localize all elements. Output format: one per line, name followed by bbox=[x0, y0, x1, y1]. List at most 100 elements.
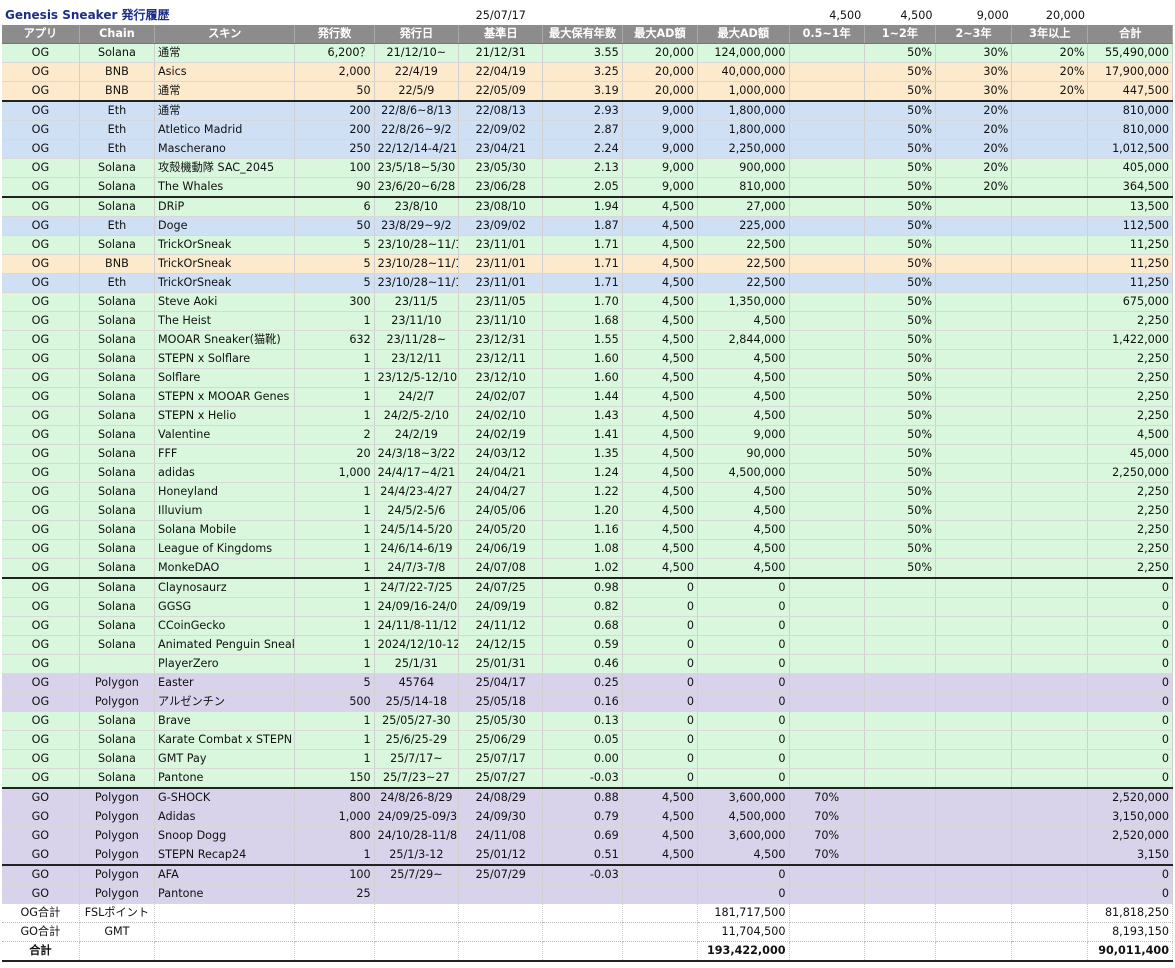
table-cell[interactable]: 2,520,000 bbox=[1087, 788, 1173, 808]
table-cell[interactable]: 23/11/10 bbox=[458, 311, 544, 331]
table-cell[interactable] bbox=[864, 673, 936, 693]
table-cell[interactable]: 2,250 bbox=[1087, 311, 1173, 331]
table-cell[interactable]: 1.60 bbox=[542, 349, 623, 369]
table-cell[interactable] bbox=[374, 903, 460, 923]
table-cell[interactable]: Solana bbox=[79, 749, 156, 769]
table-cell[interactable]: 23/04/21 bbox=[458, 139, 544, 159]
table-cell[interactable]: 4,500 bbox=[622, 807, 699, 827]
table-cell[interactable]: 4,500 bbox=[1087, 425, 1173, 445]
table-cell[interactable] bbox=[1011, 635, 1089, 655]
table-cell[interactable]: 23/5/18~5/30 bbox=[374, 158, 460, 178]
table-cell[interactable]: OG bbox=[2, 749, 80, 769]
table-cell[interactable]: 0 bbox=[697, 884, 790, 904]
table-cell[interactable]: Easter bbox=[154, 673, 296, 693]
table-cell[interactable] bbox=[789, 520, 865, 540]
table-cell[interactable]: 通常 bbox=[154, 101, 296, 121]
table-cell[interactable] bbox=[1011, 406, 1089, 426]
table-cell[interactable]: OG bbox=[2, 711, 80, 731]
table-cell[interactable]: Solana bbox=[79, 177, 156, 198]
table-cell[interactable]: 0 bbox=[1087, 884, 1173, 904]
table-cell[interactable] bbox=[1011, 788, 1089, 808]
table-cell[interactable]: Honeyland bbox=[154, 482, 296, 502]
table-cell[interactable]: 124,000,000 bbox=[697, 43, 790, 63]
table-cell[interactable]: 3.55 bbox=[542, 43, 623, 63]
table-cell[interactable]: 4,500 bbox=[622, 520, 699, 540]
table-cell[interactable]: GO bbox=[2, 845, 80, 866]
table-cell[interactable]: OG bbox=[2, 673, 80, 693]
table-cell[interactable]: 810,000 bbox=[1087, 120, 1173, 140]
table-cell[interactable] bbox=[789, 539, 865, 559]
table-cell[interactable] bbox=[789, 120, 865, 140]
table-cell[interactable] bbox=[935, 501, 1013, 521]
table-cell[interactable]: BNB bbox=[79, 254, 156, 274]
table-cell[interactable]: CCoinGecko bbox=[154, 616, 296, 636]
table-cell[interactable] bbox=[935, 673, 1013, 693]
table-cell[interactable] bbox=[789, 235, 865, 255]
table-cell[interactable]: OG bbox=[2, 654, 80, 674]
table-cell[interactable] bbox=[935, 558, 1013, 579]
table-cell[interactable]: 4,500 bbox=[622, 254, 699, 274]
table-cell[interactable]: 50% bbox=[864, 520, 936, 540]
table-cell[interactable]: 3,150 bbox=[1087, 845, 1173, 866]
table-cell[interactable]: 4,500 bbox=[697, 368, 790, 388]
table-cell[interactable]: 0 bbox=[697, 597, 790, 617]
table-cell[interactable]: Polygon bbox=[79, 884, 156, 904]
table-cell[interactable]: Solana bbox=[79, 711, 156, 731]
table-cell[interactable]: 23/11/01 bbox=[458, 273, 544, 293]
table-cell[interactable]: 50% bbox=[864, 43, 936, 63]
table-cell[interactable]: 2,520,000 bbox=[1087, 826, 1173, 846]
table-cell[interactable]: 0 bbox=[622, 654, 699, 674]
table-cell[interactable] bbox=[935, 444, 1013, 464]
table-cell[interactable]: 300 bbox=[294, 292, 375, 312]
table-cell[interactable]: 22/4/19 bbox=[374, 62, 460, 82]
table-cell[interactable]: 447,500 bbox=[1087, 81, 1173, 102]
table-cell[interactable]: 25/05/27-30 bbox=[374, 711, 460, 731]
table-cell[interactable]: 24/10/28-11/8 bbox=[374, 826, 460, 846]
table-cell[interactable]: 0 bbox=[697, 654, 790, 674]
table-cell[interactable]: Animated Penguin Sneak bbox=[154, 635, 296, 655]
table-cell[interactable]: Eth bbox=[79, 139, 156, 159]
table-cell[interactable]: 5 bbox=[294, 273, 375, 293]
table-cell[interactable]: 1 bbox=[294, 558, 375, 579]
table-cell[interactable]: 4,500 bbox=[622, 463, 699, 483]
table-cell[interactable]: STEPN x MOOAR Genes bbox=[154, 387, 296, 407]
table-cell[interactable]: 50% bbox=[864, 368, 936, 388]
table-cell[interactable]: 9,000 bbox=[697, 425, 790, 445]
table-cell[interactable]: 1 bbox=[294, 368, 375, 388]
table-cell[interactable]: Eth bbox=[79, 216, 156, 236]
table-cell[interactable] bbox=[935, 368, 1013, 388]
table-cell[interactable]: 2,250 bbox=[1087, 368, 1173, 388]
table-cell[interactable] bbox=[789, 884, 865, 904]
table-cell[interactable]: Atletico Madrid bbox=[154, 120, 296, 140]
table-cell[interactable]: Solana bbox=[79, 558, 156, 579]
table-cell[interactable]: 9,000 bbox=[622, 101, 699, 121]
table-cell[interactable]: 4,500 bbox=[622, 425, 699, 445]
table-cell[interactable] bbox=[1011, 692, 1089, 712]
table-cell[interactable] bbox=[864, 730, 936, 750]
table-cell[interactable]: 0 bbox=[1087, 635, 1173, 655]
table-cell[interactable] bbox=[789, 216, 865, 236]
table-cell[interactable]: 193,422,000 bbox=[697, 941, 790, 962]
table-cell[interactable] bbox=[789, 922, 865, 942]
table-cell[interactable] bbox=[1011, 616, 1089, 636]
table-cell[interactable]: 0.82 bbox=[542, 597, 623, 617]
table-cell[interactable]: 0 bbox=[622, 673, 699, 693]
table-cell[interactable]: 20% bbox=[1011, 43, 1089, 63]
table-cell[interactable]: -0.03 bbox=[542, 865, 623, 885]
table-cell[interactable]: 0 bbox=[622, 711, 699, 731]
table-cell[interactable]: 2,250,000 bbox=[1087, 463, 1173, 483]
table-cell[interactable] bbox=[864, 692, 936, 712]
table-cell[interactable]: 2.24 bbox=[542, 139, 623, 159]
table-cell[interactable]: 25/05/30 bbox=[458, 711, 544, 731]
table-cell[interactable]: 8,193,150 bbox=[1087, 922, 1173, 942]
table-cell[interactable] bbox=[294, 903, 375, 923]
table-cell[interactable] bbox=[935, 941, 1013, 962]
table-cell[interactable]: 1.87 bbox=[542, 216, 623, 236]
table-cell[interactable] bbox=[1011, 845, 1089, 866]
table-cell[interactable]: 22/8/26~9/2 bbox=[374, 120, 460, 140]
table-cell[interactable]: Polygon bbox=[79, 807, 156, 827]
table-cell[interactable] bbox=[789, 749, 865, 769]
table-cell[interactable]: 1,000 bbox=[294, 463, 375, 483]
table-cell[interactable]: Valentine bbox=[154, 425, 296, 445]
table-cell[interactable]: 0.88 bbox=[542, 788, 623, 808]
